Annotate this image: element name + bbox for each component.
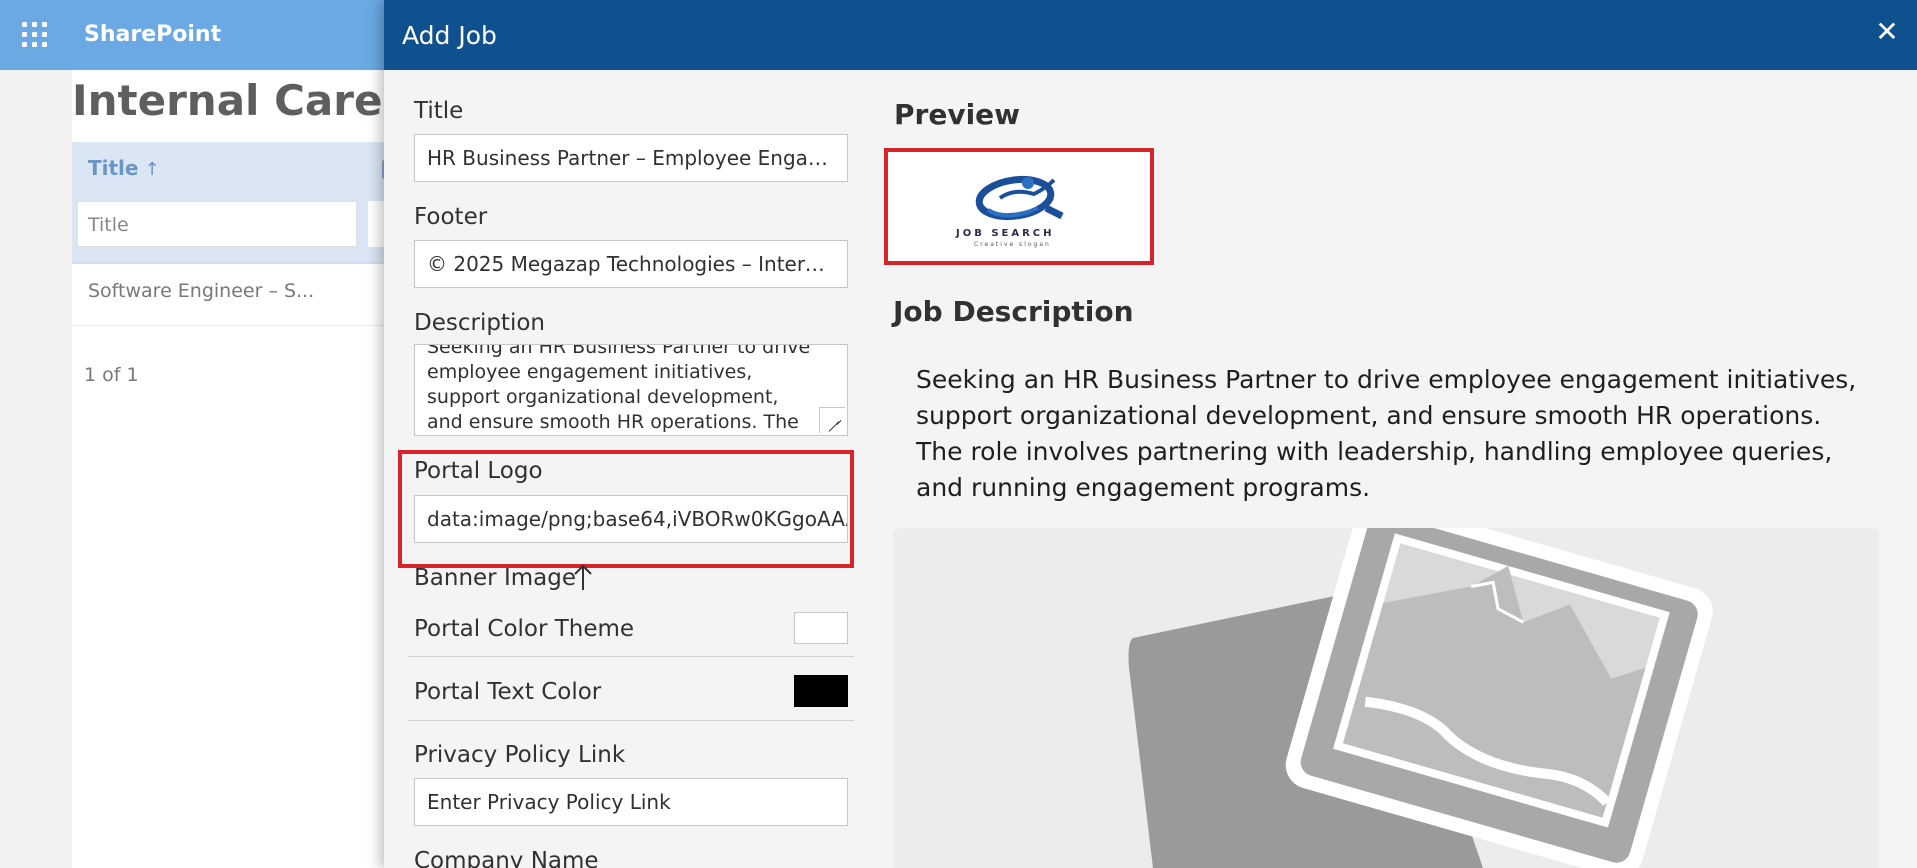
title-input[interactable]: HR Business Partner – Employee Engagem..…: [414, 134, 848, 182]
description-line: support organizational development,: [427, 386, 779, 408]
panel-title: Add Job: [402, 21, 497, 50]
privacy-policy-label: Privacy Policy Link: [414, 742, 626, 768]
add-job-panel: Add Job ✕ Title HR Business Partner – Em…: [384, 0, 1917, 868]
resize-handle-icon[interactable]: [819, 407, 845, 433]
logo-caption: JOB SEARCH: [956, 228, 1055, 239]
banner-image-placeholder: [893, 528, 1879, 868]
close-icon[interactable]: ✕: [1869, 14, 1905, 50]
title-filter-input[interactable]: Title: [77, 201, 357, 247]
logo-subcaption: Creative slogan: [974, 241, 1051, 248]
description-label: Description: [414, 310, 545, 336]
pager-text: 1 of 1: [84, 364, 139, 386]
portal-logo-label: Portal Logo: [414, 458, 543, 484]
privacy-policy-input[interactable]: Enter Privacy Policy Link: [414, 778, 848, 826]
text-color-swatch[interactable]: [794, 675, 848, 707]
sort-ascending-icon: ↑: [144, 159, 160, 180]
color-theme-label: Portal Color Theme: [414, 616, 635, 642]
app-launcher-icon[interactable]: [22, 22, 48, 48]
footer-label: Footer: [414, 204, 488, 230]
preview-heading: Preview: [894, 98, 1021, 131]
color-theme-swatch[interactable]: [794, 612, 848, 644]
page-gutter: [0, 70, 72, 868]
column-header-title[interactable]: Title ↑: [88, 156, 160, 180]
description-line: Seeking an HR Business Partner to drive: [427, 344, 811, 358]
sharepoint-brand[interactable]: SharePoint: [84, 22, 221, 47]
title-label: Title: [414, 98, 464, 124]
text-color-label: Portal Text Color: [414, 679, 602, 705]
portal-logo-preview: JOB SEARCH Creative slogan: [884, 148, 1154, 265]
description-textarea[interactable]: Seeking an HR Business Partner to drive …: [414, 344, 848, 436]
row-divider: [408, 656, 854, 657]
column-header-label: Title: [88, 156, 139, 180]
job-description-heading: Job Description: [893, 295, 1134, 328]
panel-header: Add Job ✕: [384, 0, 1917, 70]
description-line: employee engagement initiatives,: [427, 361, 753, 383]
banner-image-label: Banner Image: [414, 565, 576, 591]
image-placeholder-icon: [1128, 528, 1713, 868]
list-header-divider: [72, 262, 392, 264]
list-item[interactable]: Software Engineer – S...: [88, 280, 314, 302]
portal-logo-input[interactable]: data:image/png;base64,iVBORw0KGgoAAAA: [414, 495, 848, 543]
company-name-label: Company Name: [414, 848, 599, 868]
row-divider: [72, 325, 392, 326]
row-divider: [408, 720, 854, 721]
upload-arrow-icon[interactable]: [572, 562, 594, 592]
footer-input[interactable]: © 2025 Megazap Technologies – Internal .…: [414, 240, 848, 288]
description-line: and ensure smooth HR operations. The: [427, 411, 799, 433]
job-description-text: Seeking an HR Business Partner to drive …: [916, 365, 1857, 502]
